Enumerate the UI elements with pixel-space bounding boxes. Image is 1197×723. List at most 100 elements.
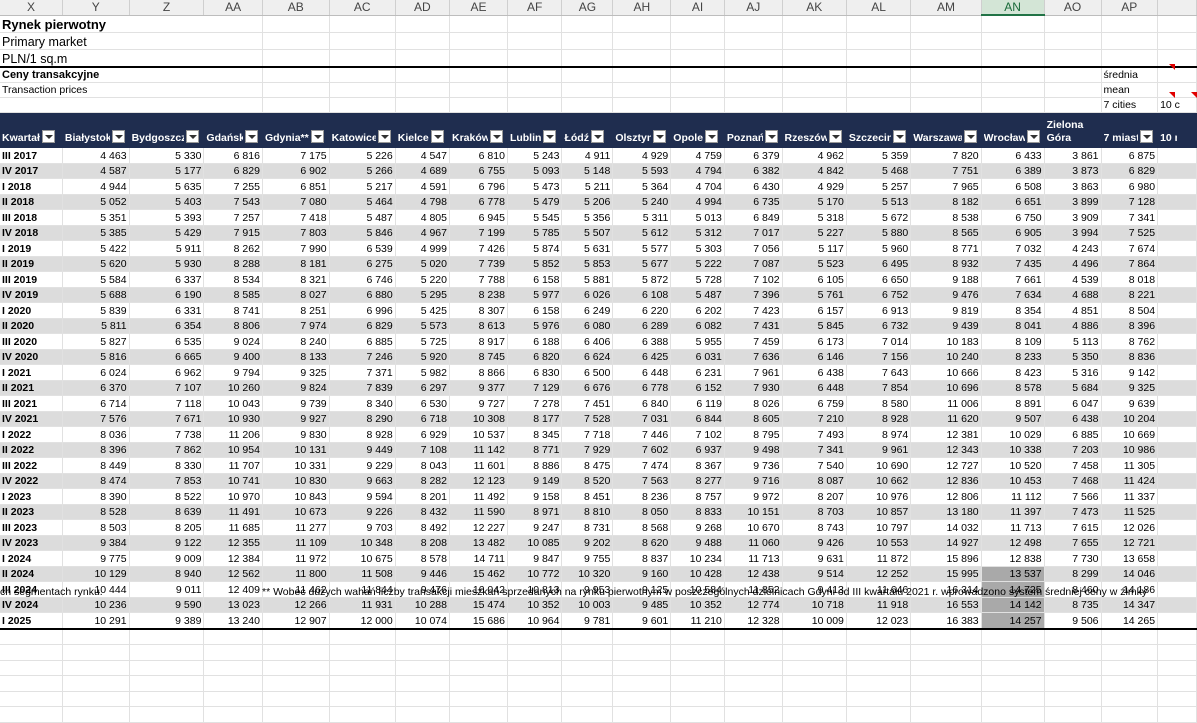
column-header[interactable]: AO (1044, 0, 1102, 16)
empty-cell[interactable] (203, 644, 263, 661)
empty-cell[interactable] (561, 675, 614, 692)
empty-cell[interactable] (1044, 628, 1102, 645)
price-cell[interactable]: 10 009 (782, 612, 847, 630)
price-cell[interactable]: 10 675 (329, 550, 396, 567)
price-cell[interactable]: 6 438 (782, 364, 847, 381)
price-cell[interactable]: 15 474 (449, 597, 508, 613)
empty-cell[interactable] (846, 691, 912, 707)
price-cell[interactable]: 9 739 (262, 395, 330, 412)
price-cell[interactable] (1157, 550, 1197, 567)
price-cell[interactable]: 9 727 (449, 395, 508, 412)
price-cell[interactable]: 5 350 (1044, 349, 1102, 365)
column-header[interactable]: AJ (724, 0, 783, 16)
price-cell[interactable]: 13 180 (910, 504, 982, 520)
price-cell[interactable] (1157, 240, 1197, 257)
price-cell[interactable]: 6 929 (395, 426, 450, 443)
price-cell[interactable]: 6 810 (449, 147, 508, 164)
price-cell[interactable]: 9 142 (1101, 364, 1159, 381)
price-cell[interactable]: 9 476 (910, 287, 982, 303)
price-cell[interactable]: 8 026 (724, 395, 783, 412)
empty-cell[interactable] (1157, 660, 1197, 676)
price-cell[interactable]: 11 800 (262, 566, 330, 582)
price-cell[interactable]: 7 636 (724, 349, 783, 365)
mean-label-pl[interactable]: średnia (1101, 67, 1159, 83)
price-cell[interactable]: 6 370 (62, 380, 130, 396)
price-cell[interactable]: 10 970 (203, 488, 263, 505)
price-cell[interactable]: 12 836 (910, 473, 982, 489)
empty-cell[interactable] (507, 691, 563, 707)
price-cell[interactable]: 4 587 (62, 163, 130, 179)
price-cell[interactable]: 5 507 (561, 225, 614, 241)
price-cell[interactable]: 9 158 (507, 488, 563, 505)
price-cell[interactable]: 9 703 (329, 519, 396, 536)
price-cell[interactable]: 5 725 (395, 333, 450, 350)
price-cell[interactable]: 5 240 (612, 194, 672, 210)
empty-cell[interactable] (0, 628, 63, 645)
quarter-cell[interactable]: II 2022 (0, 442, 63, 458)
price-cell[interactable]: 6 152 (670, 380, 725, 396)
price-cell[interactable]: 5 880 (846, 225, 912, 241)
price-cell[interactable]: 6 829 (1101, 163, 1159, 179)
price-cell[interactable]: 10 043 (203, 395, 263, 412)
price-cell[interactable]: 8 036 (62, 426, 130, 443)
price-cell[interactable]: 5 728 (670, 271, 725, 288)
column-header[interactable]: AE (449, 0, 508, 16)
empty-cell[interactable] (449, 691, 508, 707)
price-cell[interactable]: 8 741 (203, 302, 263, 319)
quarter-cell[interactable]: II 2019 (0, 256, 63, 272)
empty-cell[interactable] (1044, 706, 1102, 723)
price-cell[interactable] (1157, 597, 1197, 613)
filter-dropdown-icon[interactable] (111, 130, 125, 143)
price-cell[interactable]: 9 226 (329, 504, 396, 520)
price-cell[interactable]: 6 448 (782, 380, 847, 396)
price-cell[interactable]: 12 328 (724, 612, 783, 630)
price-cell[interactable] (1157, 163, 1197, 179)
price-cell[interactable] (1157, 256, 1197, 272)
empty-cell[interactable] (262, 691, 330, 707)
empty-cell[interactable] (1101, 706, 1159, 723)
quarter-cell[interactable]: IV 2020 (0, 349, 63, 365)
price-cell[interactable]: 6 202 (670, 302, 725, 319)
price-cell[interactable]: 5 422 (62, 240, 130, 257)
price-cell[interactable]: 7 210 (782, 411, 847, 427)
price-cell[interactable]: 8 396 (62, 442, 130, 458)
empty-cell[interactable] (62, 706, 130, 723)
price-cell[interactable]: 11 006 (910, 395, 982, 412)
price-cell[interactable]: 10 954 (203, 442, 263, 458)
price-cell[interactable]: 4 591 (395, 178, 450, 195)
price-cell[interactable]: 9 384 (62, 535, 130, 551)
price-cell[interactable]: 6 746 (329, 271, 396, 288)
price-cell[interactable]: 15 896 (910, 550, 982, 567)
price-cell[interactable] (1157, 612, 1197, 630)
price-cell[interactable]: 12 123 (449, 473, 508, 489)
price-cell[interactable]: 8 886 (507, 457, 563, 474)
price-cell[interactable]: 11 210 (670, 612, 725, 630)
price-cell[interactable] (1157, 457, 1197, 474)
empty-cell[interactable] (0, 675, 63, 692)
price-cell[interactable]: 10 673 (262, 504, 330, 520)
price-cell[interactable]: 9 377 (449, 380, 508, 396)
price-cell[interactable]: 5 785 (507, 225, 563, 241)
empty-cell[interactable] (670, 644, 725, 661)
empty-cell[interactable] (612, 706, 672, 723)
price-cell[interactable]: 8 492 (395, 519, 450, 536)
price-cell[interactable]: 8 238 (449, 287, 508, 303)
empty-cell[interactable] (449, 644, 508, 661)
cities7-label[interactable]: 7 cities (1101, 97, 1159, 113)
filter-dropdown-icon[interactable] (1140, 130, 1154, 143)
price-cell[interactable]: 10 151 (724, 504, 783, 520)
price-cell[interactable]: 5 523 (782, 256, 847, 272)
empty-cell[interactable] (129, 675, 205, 692)
empty-cell[interactable] (203, 660, 263, 676)
price-cell[interactable]: 8 207 (782, 488, 847, 505)
price-cell[interactable]: 11 424 (1101, 473, 1159, 489)
price-cell[interactable]: 6 024 (62, 364, 130, 381)
empty-cell[interactable] (981, 644, 1045, 661)
price-cell[interactable]: 4 929 (612, 147, 672, 164)
price-cell[interactable]: 5 635 (129, 178, 205, 195)
price-cell[interactable]: 7 199 (449, 225, 508, 241)
price-cell[interactable]: 4 463 (62, 147, 130, 164)
quarter-cell[interactable]: I 2019 (0, 240, 63, 257)
price-cell[interactable]: 7 602 (612, 442, 672, 458)
empty-cell[interactable] (262, 644, 330, 661)
